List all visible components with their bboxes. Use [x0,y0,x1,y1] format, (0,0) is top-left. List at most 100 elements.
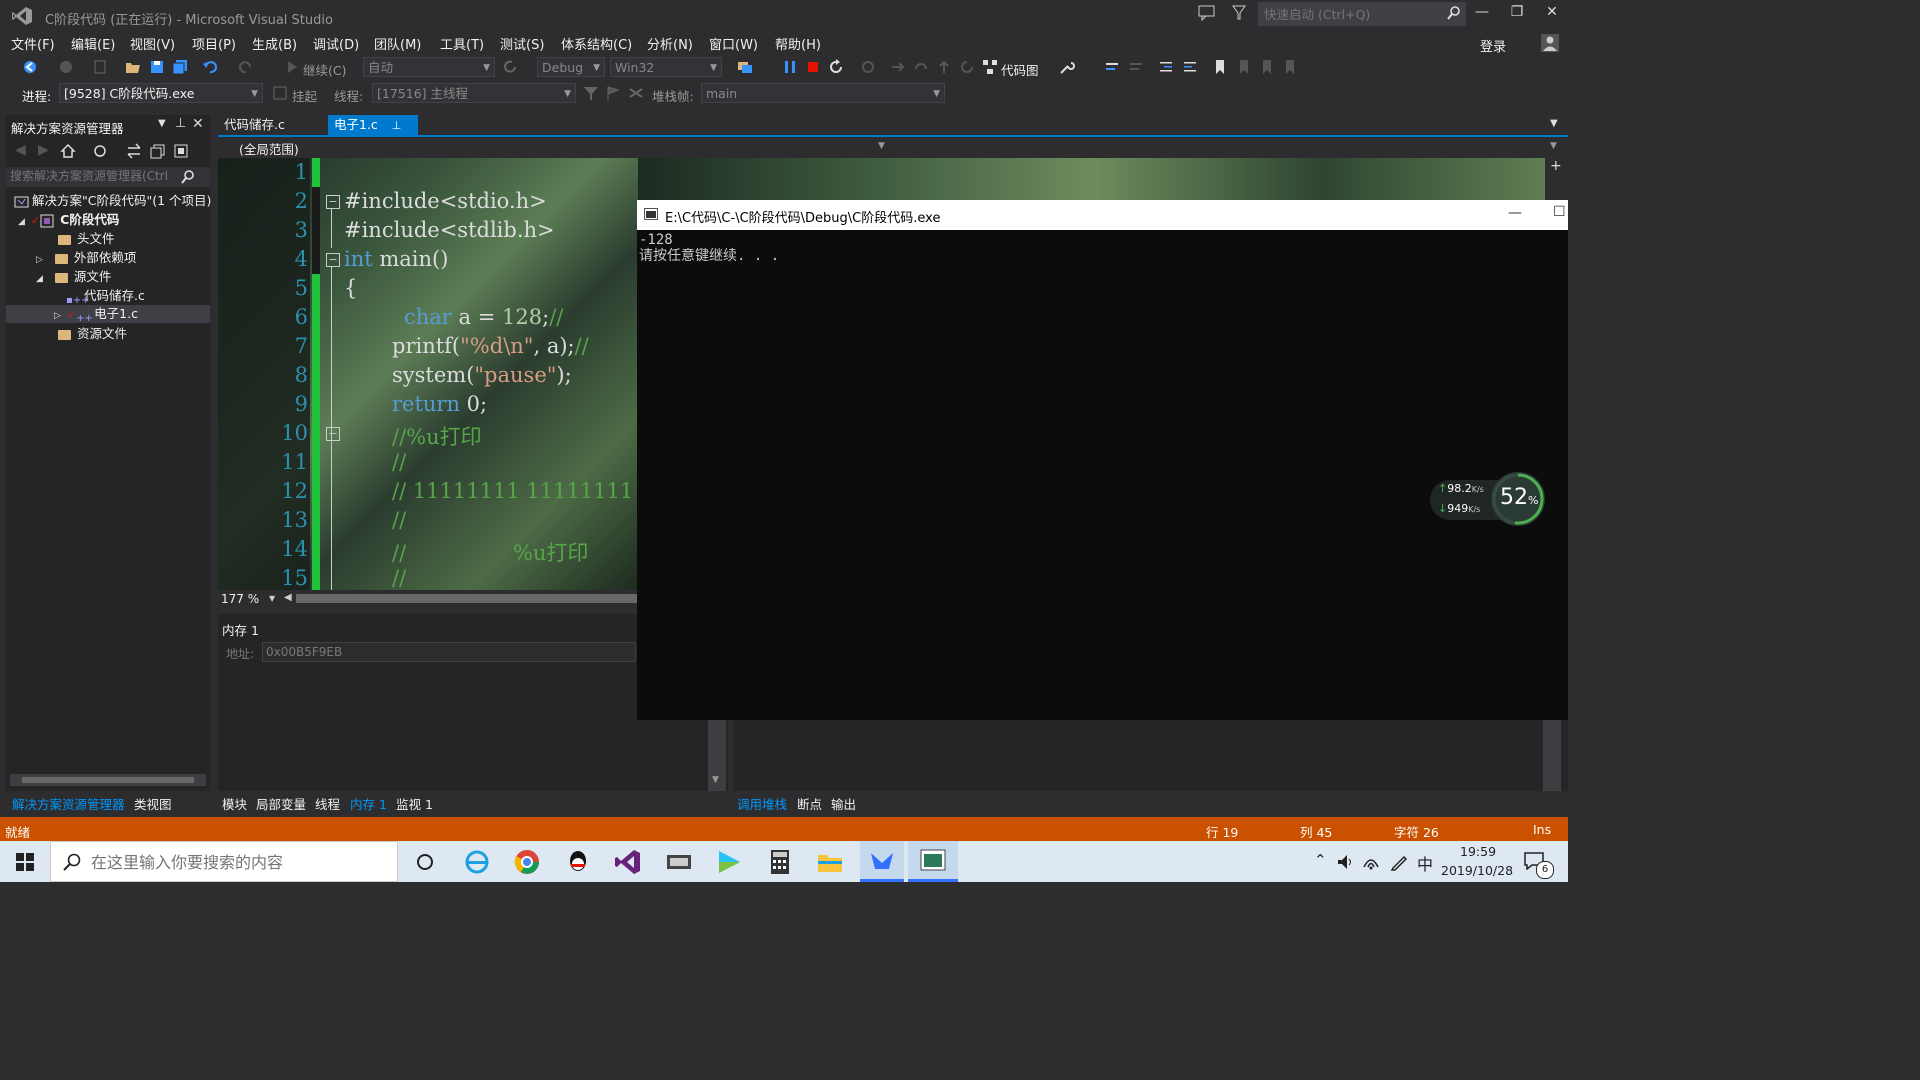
taskbar-search-box[interactable] [50,841,398,882]
flag-threads-icon[interactable] [605,85,621,101]
ime-indicator[interactable]: 中 [1417,851,1433,875]
expand-arrow-icon[interactable]: ◢ [18,217,25,227]
tab-modules[interactable]: 模块 [222,794,247,813]
windows-start-icon[interactable] [16,853,34,871]
parallel-icon[interactable] [628,85,644,101]
fold-toggle[interactable]: − [326,195,340,209]
menu-debug[interactable]: 调试(D) [313,34,359,53]
panel-menu-icon[interactable]: ▼ [158,118,166,129]
collapse-all-icon[interactable] [150,143,166,159]
menu-tools[interactable]: 工具(T) [440,34,484,53]
config-combo[interactable]: Debug ▼ [537,57,605,77]
clock-date[interactable]: 2019/10/28 [1441,863,1513,878]
console-window[interactable]: E:\C代码\C-\C阶段代码\Debug\C阶段代码.exe — ☐ -128… [637,200,1568,720]
save-all-icon[interactable] [172,59,188,75]
suspend-label[interactable]: 挂起 [292,86,317,105]
filter-threads-icon[interactable] [583,85,599,101]
thread-combo[interactable]: [17516] 主线程 ▼ [372,83,576,103]
member-dropdown-icon[interactable]: ▼ [1550,141,1557,151]
fold-toggle[interactable]: − [326,427,340,441]
wifi-icon[interactable] [1362,853,1380,871]
step-into-icon[interactable] [890,59,906,75]
clock-time[interactable]: 19:59 [1460,844,1496,859]
split-icon[interactable]: + [1550,158,1562,174]
filter-icon[interactable] [1232,5,1246,21]
search-icon[interactable] [1447,6,1461,20]
volume-icon[interactable] [1336,853,1354,871]
taskbar-active-app[interactable] [860,841,904,882]
tree-external-deps[interactable]: ▷ 外部依赖项 [36,249,136,267]
editor-vertical-scrollbar[interactable]: + [1545,158,1568,200]
tree-header-files[interactable]: 头文件 [58,230,115,248]
menu-build[interactable]: 生成(B) [252,34,297,53]
panel-close-icon[interactable]: ✕ [192,116,204,132]
expand-arrow-icon[interactable]: ▷ [54,311,61,321]
minimize-button[interactable]: — [1467,4,1497,24]
pin-icon[interactable]: ⊥ [175,116,186,131]
refresh-icon[interactable] [502,59,518,75]
search-icon[interactable] [181,170,195,184]
login-link[interactable]: 登录 [1480,36,1506,55]
zoom-dropdown-icon[interactable]: ▼ [269,594,275,603]
tab-watch1[interactable]: 监视 1 [396,794,433,813]
platform-combo[interactable]: Win32 ▼ [610,57,722,77]
next-bookmark-icon[interactable] [1259,59,1275,75]
show-all-files-icon[interactable] [173,143,189,159]
tree-project[interactable]: ◢ ✓ C阶段代码 [18,211,119,229]
address-input[interactable]: 0x00B5F9EB [262,642,636,662]
show-hidden-icons-icon[interactable]: ⌃ [1314,851,1327,869]
tab-breakpoints[interactable]: 断点 [797,794,822,813]
tab-class-view[interactable]: 类视图 [134,794,172,813]
scroll-left-icon[interactable]: ◀ [284,592,292,603]
menu-view[interactable]: 视图(V) [130,34,175,53]
pause-icon[interactable] [782,59,798,75]
calculator-icon[interactable] [765,847,795,877]
solution-search-box[interactable] [6,167,210,187]
menu-analyze[interactable]: 分析(N) [647,34,693,53]
file-explorer-icon[interactable] [815,847,845,877]
history-icon[interactable] [92,143,108,159]
step-over-icon[interactable] [913,59,929,75]
suspend-icon[interactable] [272,85,288,101]
expand-arrow-icon[interactable]: ▷ [36,255,43,265]
continue-icon[interactable] [284,59,300,75]
code-map-label[interactable]: 代码图 [1001,60,1039,79]
menu-window[interactable]: 窗口(W) [709,34,758,53]
clear-bookmarks-icon[interactable] [1282,59,1298,75]
tree-resource-files[interactable]: 资源文件 [58,325,127,343]
show-next-statement-icon[interactable] [860,59,876,75]
console-maximize-button[interactable]: ☐ [1553,204,1566,220]
media-app-icon[interactable] [664,847,694,877]
tab-dianzi1[interactable]: 电子1.c ⊥ ✕ [328,115,418,153]
vertical-scrollbar[interactable] [1543,720,1561,791]
home-icon[interactable] [60,143,76,159]
internet-explorer-icon[interactable] [462,847,492,877]
pen-icon[interactable] [1390,853,1408,871]
tab-pin-icon[interactable]: ⊥ [392,119,402,132]
horizontal-scrollbar-thumb[interactable] [296,594,638,603]
uncomment-icon[interactable] [1128,59,1144,75]
restore-button[interactable]: ❐ [1502,4,1532,24]
task-view-icon[interactable] [410,847,440,877]
menu-test[interactable]: 测试(S) [500,34,544,53]
tab-dropdown-icon[interactable]: ▼ [1550,118,1558,129]
code-map-icon[interactable] [982,59,998,75]
tab-locals[interactable]: 局部变量 [256,794,306,813]
back-icon[interactable] [22,59,38,75]
step-out-icon[interactable] [936,59,952,75]
comment-out-icon[interactable] [1104,59,1120,75]
process-combo[interactable]: [9528] C阶段代码.exe ▼ [59,83,263,103]
prev-bookmark-icon[interactable] [1236,59,1252,75]
close-button[interactable]: ✕ [1537,4,1567,24]
taskbar-search-input[interactable] [89,852,393,873]
menu-architecture[interactable]: 体系结构(C) [561,34,632,53]
stop-icon[interactable] [805,59,821,75]
fold-toggle[interactable]: − [326,253,340,267]
restart-icon[interactable] [828,59,844,75]
process-icon[interactable] [737,59,753,75]
feedback-icon[interactable] [1198,5,1216,21]
save-icon[interactable] [149,59,165,75]
quick-launch-input[interactable] [1259,3,1446,25]
indent-icon[interactable] [1158,59,1174,75]
scrollbar-thumb[interactable] [22,777,194,783]
